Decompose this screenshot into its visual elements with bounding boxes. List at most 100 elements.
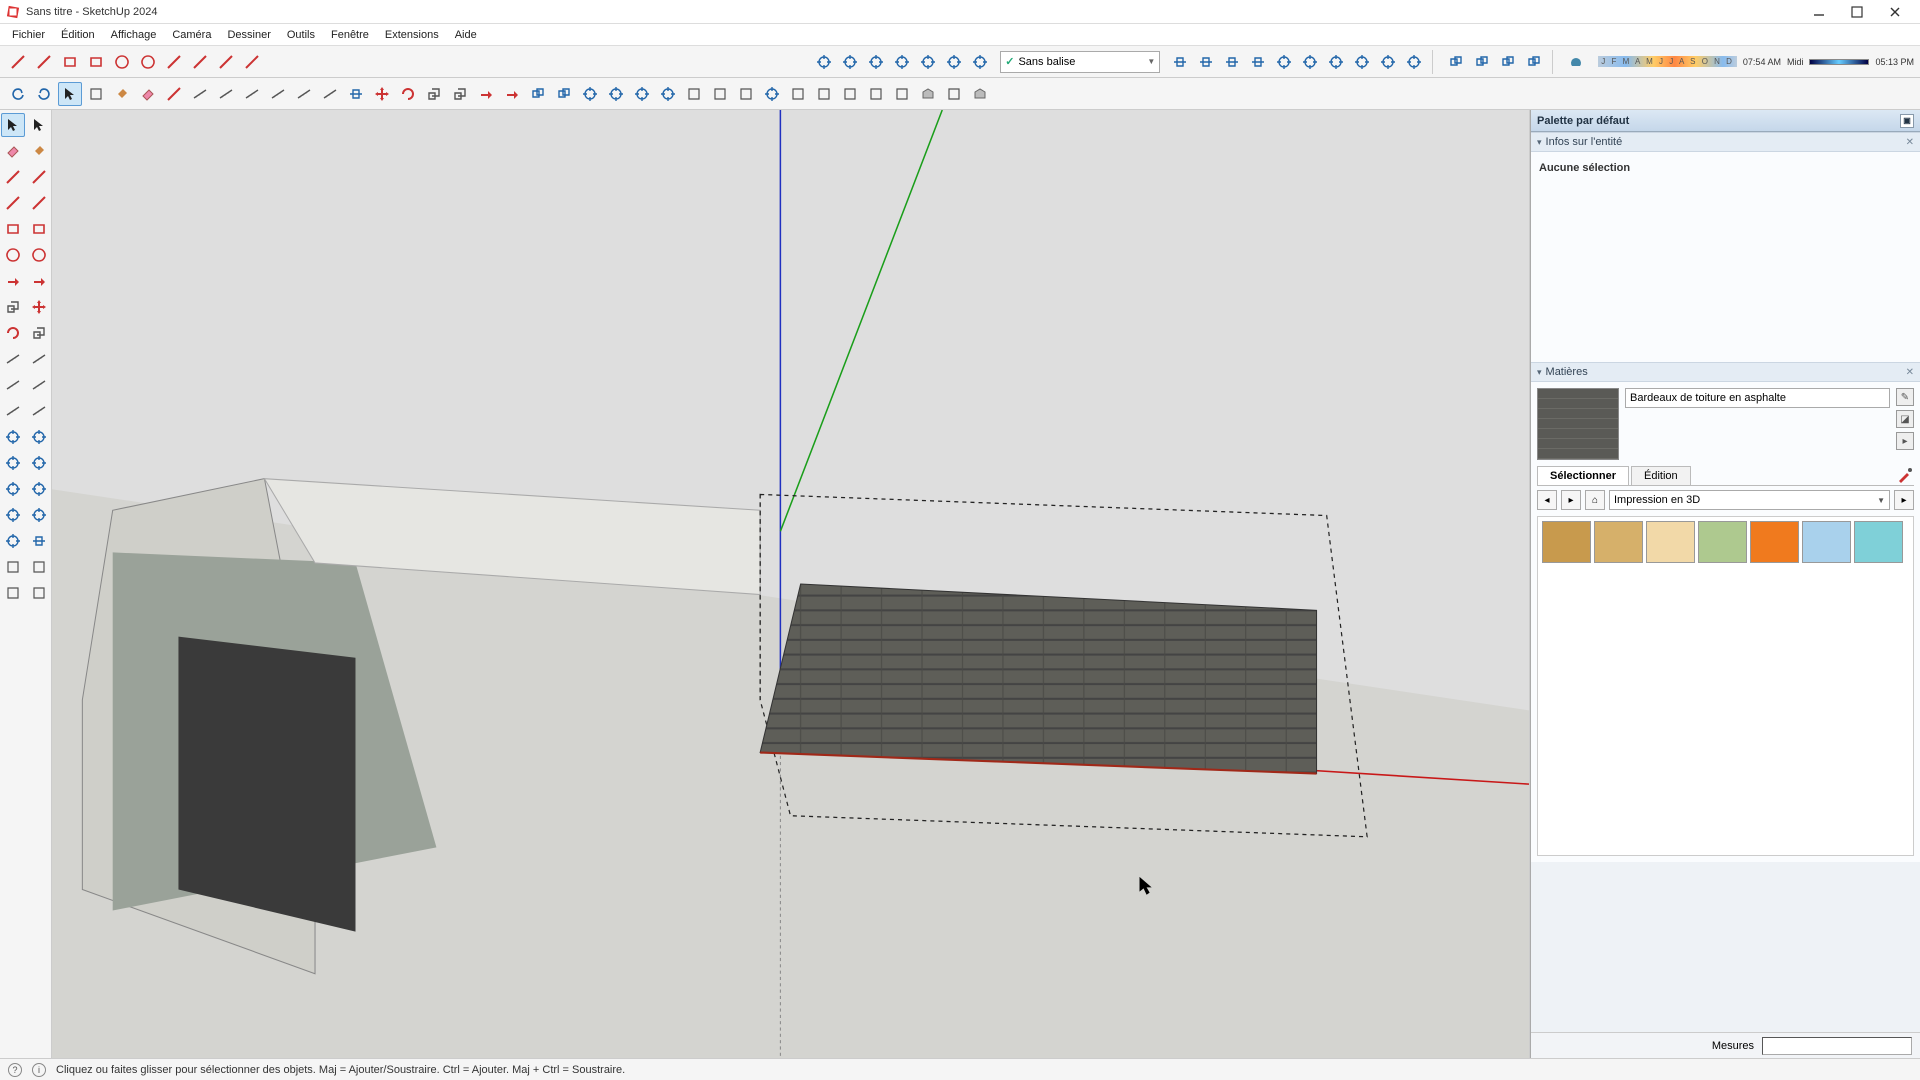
section-tool[interactable] [344,82,368,106]
zoom-window-l[interactable] [27,451,51,475]
intersect-faces[interactable] [552,82,576,106]
close-button[interactable] [1876,1,1914,23]
shadow-time-slider[interactable] [1809,59,1869,65]
text-tool[interactable] [266,82,290,106]
zoom-window[interactable] [1272,50,1296,74]
circle-tool[interactable] [110,50,134,74]
line-tool-l[interactable] [1,165,25,189]
make-component[interactable] [84,82,108,106]
solid-union[interactable] [1444,50,1468,74]
scale-2[interactable] [422,82,446,106]
section-fill[interactable] [1246,50,1270,74]
line-tool[interactable] [6,50,30,74]
pushpull-tool[interactable] [1,269,25,293]
extension-warehouse[interactable] [916,82,940,106]
lib-back-button[interactable]: ◂ [1537,490,1557,510]
material-swatch[interactable] [1594,521,1643,563]
maximize-button[interactable] [1838,1,1876,23]
eraser-2[interactable] [136,82,160,106]
pan-tool[interactable] [27,425,51,449]
section-cut[interactable] [1220,50,1244,74]
dimension-tool[interactable] [214,82,238,106]
freehand-tool-l[interactable] [27,165,51,189]
3d-text-l[interactable] [27,399,51,423]
materials-tab-edit[interactable]: Édition [1631,466,1691,485]
material-menu-button[interactable]: ▸ [1896,432,1914,450]
house-view[interactable] [864,50,888,74]
move-tool[interactable] [27,295,51,319]
top-view[interactable] [916,50,940,74]
rotated-rect-l[interactable] [27,217,51,241]
pan-2[interactable] [604,82,628,106]
preview-match[interactable] [760,82,784,106]
tape-measure-2[interactable] [188,82,212,106]
materials-header[interactable]: ▾ Matières ✕ [1531,362,1920,382]
prev-view-l[interactable] [1,477,25,501]
eraser-tool[interactable] [1,139,25,163]
entity-info-header[interactable]: ▾ Infos sur l'entité ✕ [1531,132,1920,152]
tray-collapse-icon[interactable]: ▣ [1900,114,1914,128]
menu-edition[interactable]: Édition [53,26,103,44]
material-swatch[interactable] [1854,521,1903,563]
default-material-button[interactable]: ◪ [1896,410,1914,428]
offset-2[interactable] [448,82,472,106]
materials-tab-select[interactable]: Sélectionner [1537,466,1629,485]
followme-2[interactable] [500,82,524,106]
lasso-tool[interactable] [27,113,51,137]
tape-measure[interactable] [1,347,25,371]
position-camera-l[interactable] [1,503,25,527]
3d-warehouse[interactable] [968,82,992,106]
line-2[interactable] [162,82,186,106]
add-location[interactable] [682,82,706,106]
next-view-l[interactable] [27,477,51,501]
material-name-input[interactable] [1625,388,1890,408]
material-library-dropdown[interactable]: Impression en 3D ▼ [1609,490,1890,510]
minimize-button[interactable] [1800,1,1838,23]
lib-home-button[interactable]: ⌂ [1585,490,1605,510]
export-layout[interactable] [838,82,862,106]
help-icon[interactable]: ? [8,1063,22,1077]
3d-text[interactable] [318,82,342,106]
solid-intersect[interactable] [1522,50,1546,74]
orbit-2[interactable] [578,82,602,106]
redo[interactable] [32,82,56,106]
previous-view[interactable] [1324,50,1348,74]
solid-subtract[interactable] [1470,50,1494,74]
polygon-tool-l[interactable] [27,243,51,267]
menu-extensions[interactable]: Extensions [377,26,447,44]
solid-trim[interactable] [1496,50,1520,74]
zoom-2[interactable] [630,82,654,106]
panel-close-icon[interactable]: ✕ [1906,367,1914,378]
section-display[interactable] [1194,50,1218,74]
position-camera[interactable] [1376,50,1400,74]
export-image[interactable] [864,82,888,106]
protractor-tool[interactable] [27,347,51,371]
left-view[interactable] [968,50,992,74]
sandbox-d[interactable] [27,581,51,605]
sandbox-c[interactable] [1,581,25,605]
section-plane[interactable] [1168,50,1192,74]
lib-fwd-button[interactable]: ▸ [1561,490,1581,510]
menu-fenetre[interactable]: Fenêtre [323,26,377,44]
back-view[interactable] [890,50,914,74]
axes-tool[interactable] [292,82,316,106]
zoom-extents-2[interactable] [656,82,680,106]
material-swatch[interactable] [1542,521,1591,563]
rotate-tool[interactable] [1,321,25,345]
polygon-tool[interactable] [136,50,160,74]
photo-match[interactable] [734,82,758,106]
material-swatch[interactable] [1646,521,1695,563]
look-around[interactable] [27,503,51,527]
section-plane-l[interactable] [27,529,51,553]
get-models[interactable] [786,82,810,106]
orbit-tool[interactable] [1,425,25,449]
axes-l[interactable] [1,399,25,423]
share-model[interactable] [812,82,836,106]
protractor-2[interactable] [240,82,264,106]
menu-aide[interactable]: Aide [447,26,485,44]
lib-details-button[interactable]: ▸ [1894,490,1914,510]
pie-tool[interactable] [214,50,238,74]
rectangle-tool-l[interactable] [1,217,25,241]
material-swatch[interactable] [1750,521,1799,563]
two-point-arc-l[interactable] [27,191,51,215]
